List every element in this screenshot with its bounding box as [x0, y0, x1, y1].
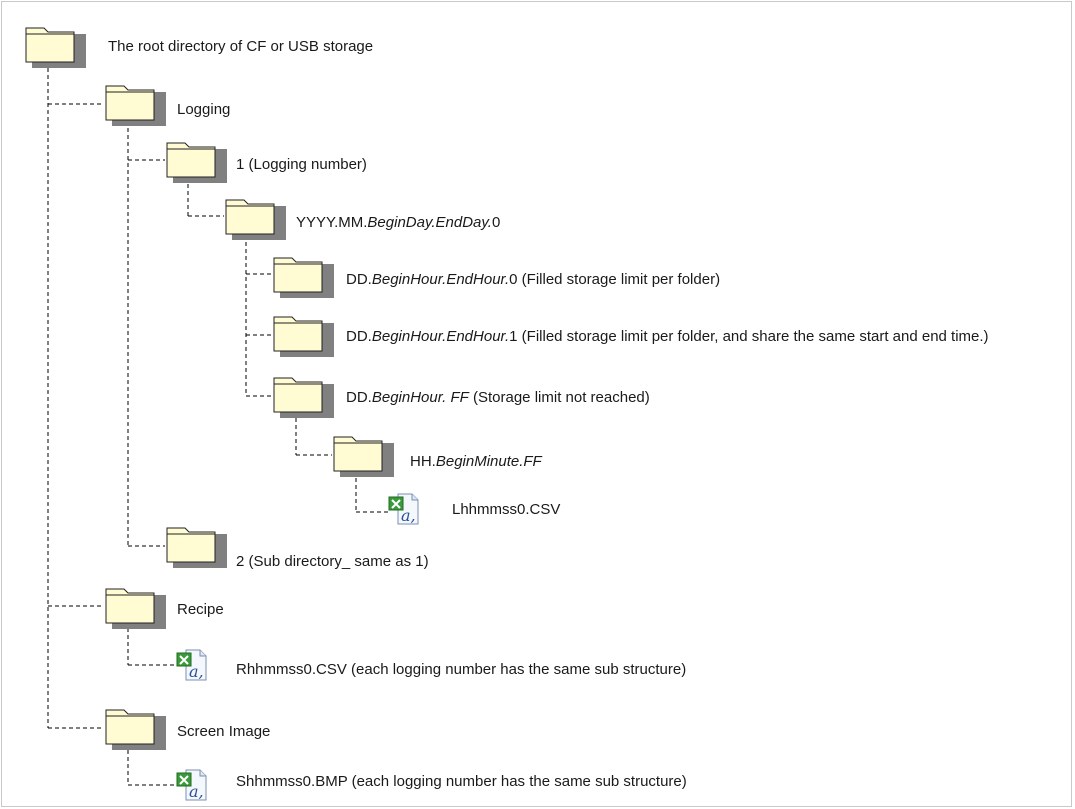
hh-italic: BeginMinute.FF — [435, 453, 542, 470]
d0-folder-icon — [272, 254, 336, 300]
lcsv-label: Lhhmmss0.CSV — [452, 501, 561, 518]
lcsv-excel-csv-file-icon: a, — [388, 492, 420, 526]
d0-italic: BeginHour.EndHour. — [371, 271, 510, 288]
rcsv-label: Rhhmmss0.CSV (each logging number has th… — [236, 661, 687, 678]
root-label: The root directory of CF or USB storage — [108, 38, 374, 55]
month-folder-icon — [224, 196, 288, 242]
screen-label: Screen Image — [177, 723, 271, 740]
d0-label: DD.BeginHour.EndHour.0 (Filled storage l… — [346, 270, 720, 289]
d0-suffix: 0 (Filled storage limit per folder) — [509, 271, 721, 288]
dff-label: DD.BeginHour. FF (Storage limit not reac… — [346, 388, 650, 407]
month-prefix: YYYY.MM. — [296, 214, 368, 231]
month-label: YYYY.MM.BeginDay.EndDay.0 — [296, 213, 500, 232]
n1-label: 1 (Logging number) — [236, 156, 367, 173]
logging-label: Logging — [177, 101, 231, 118]
dff-italic: BeginHour. FF — [371, 389, 469, 406]
hh-folder-icon — [332, 433, 396, 479]
svg-text:a,: a, — [401, 506, 416, 525]
logging-folder-icon — [104, 82, 168, 128]
screen-folder-icon — [104, 706, 168, 752]
sbmp-excel-csv-file-icon: a, — [176, 768, 208, 802]
d1-folder-icon — [272, 313, 336, 359]
rcsv-excel-csv-file-icon: a, — [176, 648, 208, 682]
d1-suffix: 1 (Filled storage limit per folder, and … — [509, 328, 989, 345]
dff-folder-icon — [272, 374, 336, 420]
dff-suffix: (Storage limit not reached) — [468, 389, 650, 406]
d1-italic: BeginHour.EndHour. — [371, 328, 510, 345]
directory-tree-diagram: The root directory of CF or USB storage … — [0, 0, 1075, 809]
recipe-folder-icon — [104, 585, 168, 631]
n1-folder-icon — [165, 139, 229, 185]
n2-folder-icon — [165, 524, 229, 570]
hh-prefix: HH. — [410, 453, 436, 470]
month-italic: BeginDay.EndDay. — [367, 214, 492, 231]
root-folder-icon — [24, 24, 88, 70]
svg-text:a,: a, — [189, 782, 204, 801]
n2-label: 2 (Sub directory_ same as 1) — [236, 553, 429, 570]
recipe-label: Recipe — [177, 601, 224, 618]
d0-prefix: DD. — [346, 271, 372, 288]
month-suffix: 0 — [491, 214, 501, 231]
sbmp-label: Shhmmss0.BMP (each logging number has th… — [236, 773, 687, 790]
d1-label: DD.BeginHour.EndHour.1 (Filled storage l… — [346, 327, 1061, 346]
svg-text:a,: a, — [189, 662, 204, 681]
dff-prefix: DD. — [346, 389, 372, 406]
hh-label: HH.BeginMinute.FF — [410, 452, 542, 471]
d1-prefix: DD. — [346, 328, 372, 345]
